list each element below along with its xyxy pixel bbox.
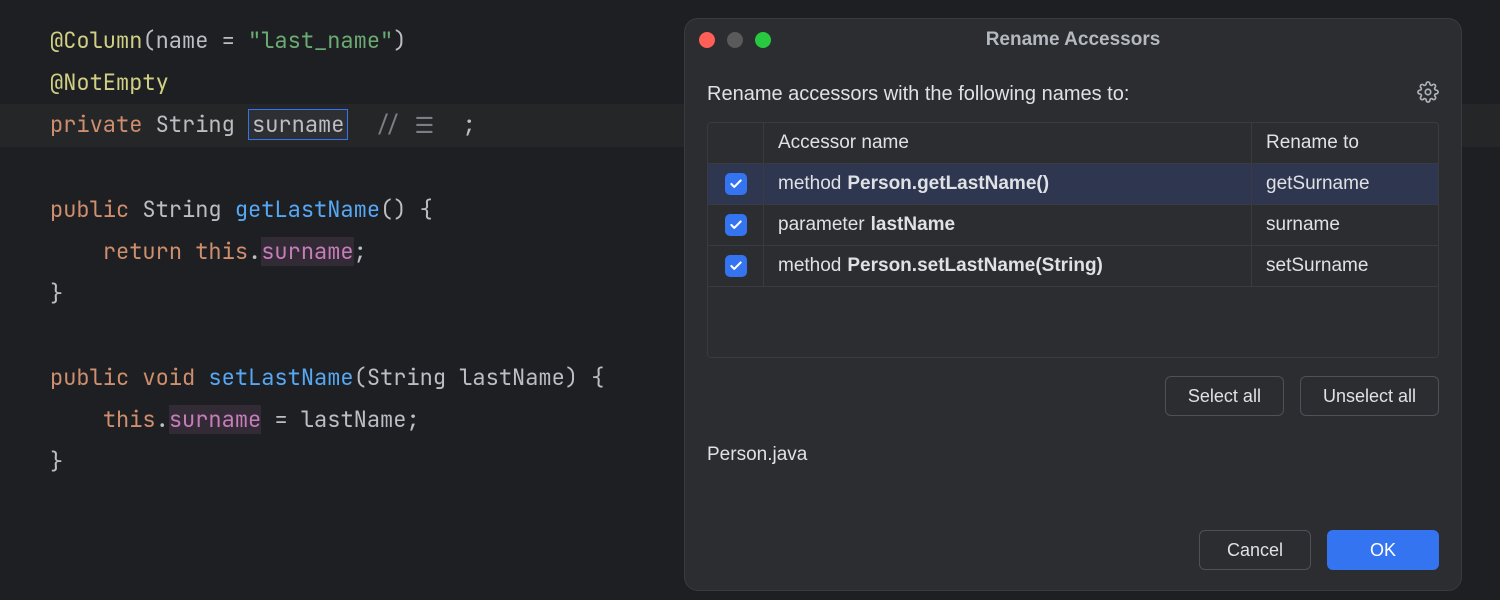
ok-button[interactable]: OK (1327, 530, 1439, 570)
accessor-kind: method (778, 255, 841, 277)
usage-file-label: Person.java (707, 444, 1439, 466)
keyword-this: this (195, 237, 248, 266)
keyword-public: public (50, 363, 129, 392)
dialog-titlebar: Rename Accessors (685, 19, 1461, 61)
inlay-hint-icon[interactable]: ☰ (414, 105, 436, 147)
table-row[interactable]: parameter lastName surname (708, 205, 1438, 246)
rename-inline-input[interactable]: surname (248, 109, 348, 140)
keyword-this: this (103, 405, 156, 434)
semicolon: ; (463, 110, 476, 139)
col-rename-to[interactable]: Rename to (1252, 123, 1438, 163)
string-literal: "last_name" (248, 26, 393, 55)
rename-to-value[interactable]: getSurname (1252, 173, 1438, 195)
comment-marker: // (375, 110, 401, 139)
gear-icon[interactable] (1417, 81, 1439, 108)
method-getter: getLastName (235, 195, 380, 224)
keyword-return: return (103, 237, 182, 266)
accessor-signature: lastName (871, 214, 956, 236)
col-accessor[interactable]: Accessor name (764, 123, 1252, 163)
checkbox[interactable] (725, 173, 747, 195)
table-header: Accessor name Rename to (708, 123, 1438, 164)
param-name: lastName (459, 363, 565, 392)
param-ref: lastName (301, 405, 407, 434)
annotation-attr: name (156, 26, 209, 55)
keyword-void: void (142, 363, 195, 392)
table-row[interactable]: method Person.getLastName() getSurname (708, 164, 1438, 205)
rename-to-value[interactable]: setSurname (1252, 255, 1438, 277)
cancel-button[interactable]: Cancel (1199, 530, 1311, 570)
accessor-signature: Person.setLastName(String) (847, 255, 1103, 277)
dialog-title: Rename Accessors (685, 29, 1461, 51)
zoom-icon[interactable] (755, 32, 771, 48)
minimize-icon[interactable] (727, 32, 743, 48)
table-empty-space (708, 287, 1438, 357)
type-string: String (156, 110, 235, 139)
accessors-table: Accessor name Rename to method Person.ge… (707, 122, 1439, 358)
table-row[interactable]: method Person.setLastName(String) setSur… (708, 246, 1438, 287)
field-ref: surname (169, 405, 261, 434)
accessor-kind: parameter (778, 214, 865, 236)
unselect-all-button[interactable]: Unselect all (1300, 376, 1439, 416)
annotation-column: @Column (50, 26, 142, 55)
checkbox[interactable] (725, 214, 747, 236)
dialog-prompt: Rename accessors with the following name… (707, 83, 1129, 106)
annotation-notempty: @NotEmpty (50, 68, 169, 97)
rename-accessors-dialog: Rename Accessors Rename accessors with t… (684, 18, 1462, 591)
checkbox[interactable] (725, 255, 747, 277)
rename-to-value[interactable]: surname (1252, 214, 1438, 236)
select-all-button[interactable]: Select all (1165, 376, 1284, 416)
accessor-signature: Person.getLastName() (847, 173, 1049, 195)
param-type: String (367, 363, 446, 392)
type-string: String (142, 195, 221, 224)
method-setter: setLastName (208, 363, 353, 392)
keyword-public: public (50, 195, 129, 224)
accessor-kind: method (778, 173, 841, 195)
close-icon[interactable] (699, 32, 715, 48)
keyword-private: private (50, 110, 142, 139)
field-ref: surname (261, 237, 353, 266)
